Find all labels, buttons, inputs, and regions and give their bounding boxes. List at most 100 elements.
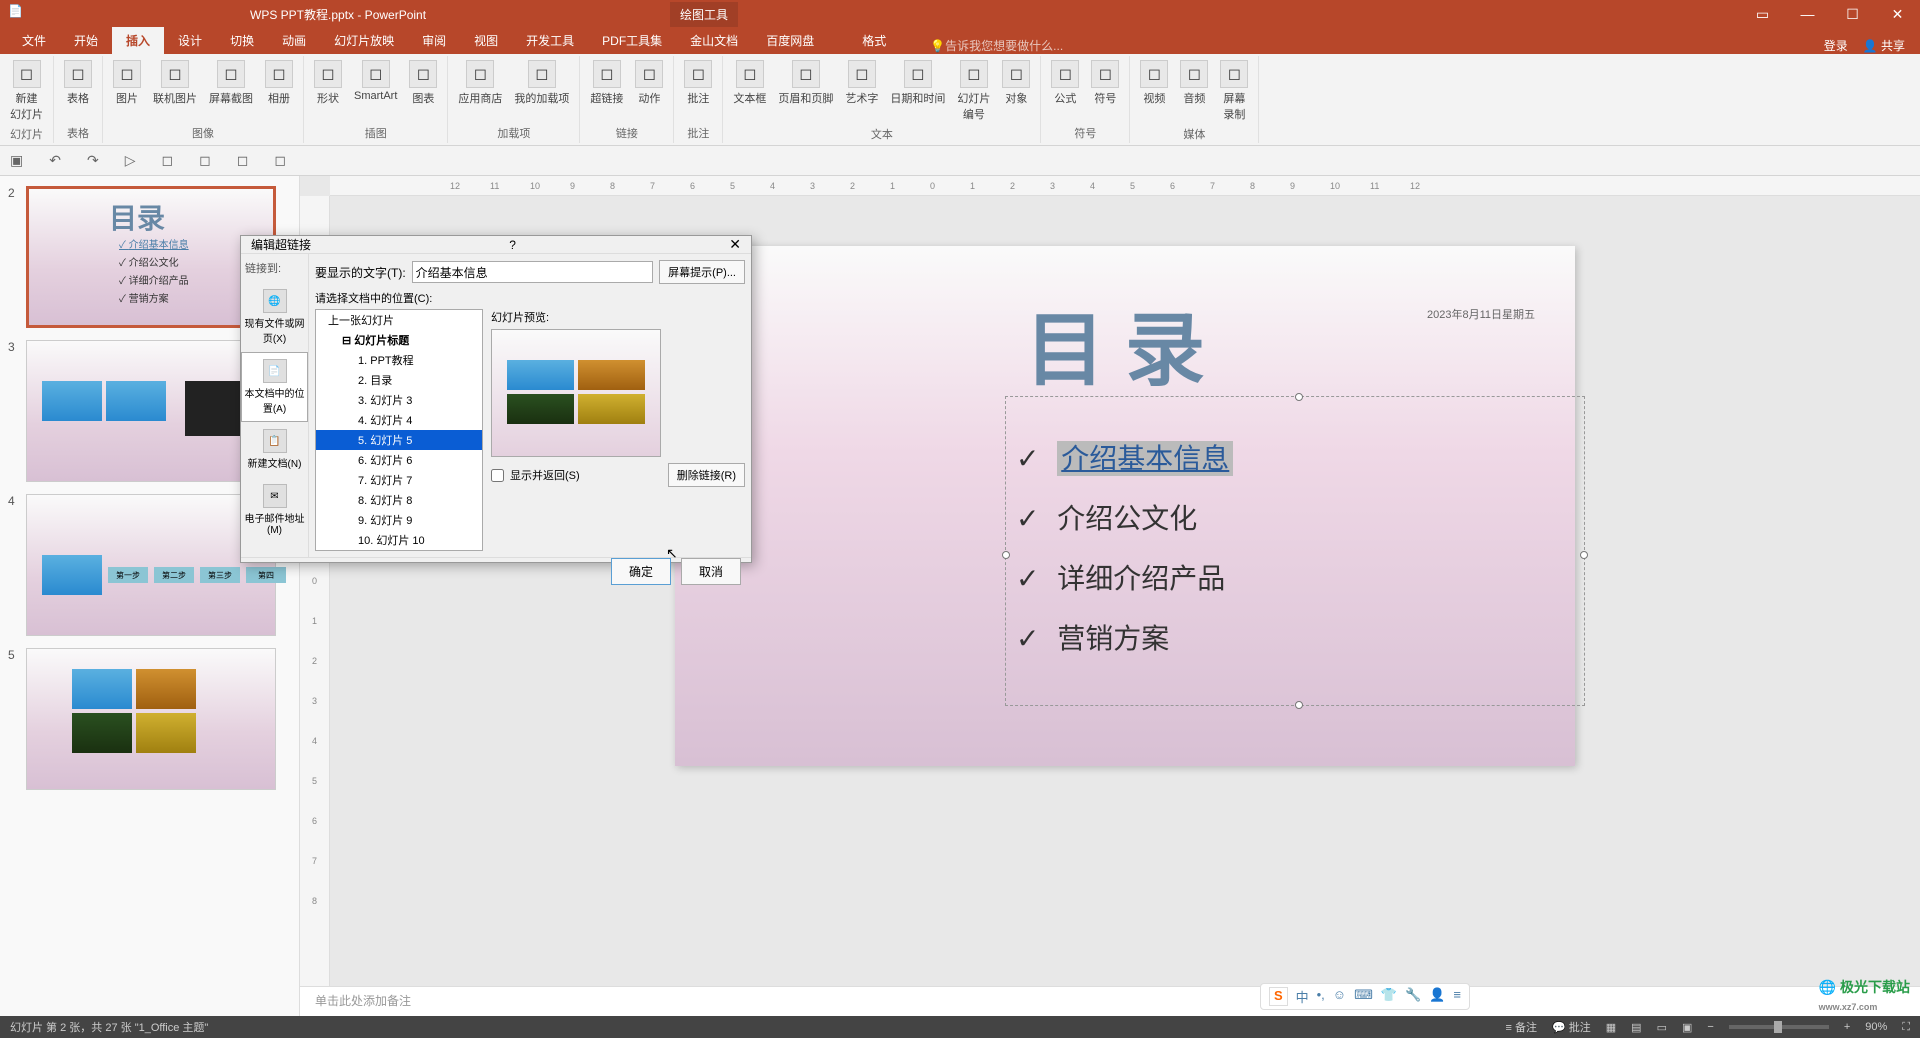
qat-undo-icon[interactable]: ↶ [49, 152, 61, 169]
ime-menu-icon[interactable]: ≡ [1453, 987, 1461, 1006]
zoom-slider[interactable] [1729, 1025, 1829, 1029]
ime-toolbar[interactable]: S 中 •, ☺ ⌨ 👕 🔧 👤 ≡ [1260, 983, 1470, 1010]
zoom-fit-button[interactable]: ⛶ [1902, 1021, 1910, 1034]
ribbon-button[interactable]: ◻音频 [1176, 58, 1212, 124]
tree-node[interactable]: 6. 幻灯片 6 [316, 450, 482, 470]
tree-node[interactable]: 10. 幻灯片 10 [316, 530, 482, 550]
linkto-email[interactable]: ✉电子邮件地址(M) [241, 477, 308, 543]
tree-node[interactable]: 3. 幻灯片 3 [316, 390, 482, 410]
maximize-button[interactable]: ☐ [1830, 0, 1875, 28]
tab-view[interactable]: 视图 [460, 27, 512, 54]
qat-play-icon[interactable]: ▷ [125, 152, 136, 169]
show-return-checkbox[interactable] [491, 469, 504, 482]
dialog-help-button[interactable]: ? [509, 238, 516, 252]
ime-keyboard-icon[interactable]: ⌨ [1354, 987, 1373, 1006]
ribbon-button[interactable]: ◻应用商店 [454, 58, 506, 108]
content-placeholder[interactable]: 介绍基本信息 介绍公文化 详细介绍产品 营销方案 [1005, 396, 1585, 706]
ime-lang[interactable]: 中 [1296, 987, 1309, 1006]
tab-pdf[interactable]: PDF工具集 [588, 27, 676, 54]
ribbon-button[interactable]: ◻符号 [1087, 58, 1123, 108]
list-item-1[interactable]: 介绍基本信息 [1016, 437, 1574, 477]
screentip-button[interactable]: 屏幕提示(P)... [659, 260, 745, 284]
tree-node[interactable]: 8. 幻灯片 8 [316, 490, 482, 510]
ime-punct-icon[interactable]: •, [1317, 987, 1325, 1006]
list-item-4[interactable]: 营销方案 [1016, 617, 1574, 657]
view-slideshow-icon[interactable]: ▣ [1682, 1021, 1692, 1034]
tree-node[interactable]: 7. 幻灯片 7 [316, 470, 482, 490]
tree-node[interactable]: 1. PPT教程 [316, 350, 482, 370]
zoom-in-button[interactable]: + [1844, 1021, 1850, 1033]
ime-skin-icon[interactable]: 👕 [1381, 987, 1397, 1006]
ribbon-button[interactable]: ◻相册 [261, 58, 297, 108]
tree-node[interactable]: 2. 目录 [316, 370, 482, 390]
notes-pane[interactable]: 单击此处添加备注 [300, 986, 1920, 1016]
linkto-new-doc[interactable]: 📋新建文档(N) [241, 422, 308, 477]
ribbon-button[interactable]: ◻我的加载项 [510, 58, 573, 108]
tree-node[interactable]: 上一张幻灯片 [316, 310, 482, 330]
tab-home[interactable]: 开始 [60, 27, 112, 54]
ribbon-button[interactable]: ◻对象 [998, 58, 1034, 124]
view-normal-icon[interactable]: ▦ [1606, 1021, 1616, 1034]
dialog-close-button[interactable]: ✕ [729, 236, 741, 253]
ime-user-icon[interactable]: 👤 [1429, 987, 1445, 1006]
tab-slideshow[interactable]: 幻灯片放映 [320, 27, 408, 54]
ribbon-button[interactable]: ◻屏幕截图 [205, 58, 257, 108]
close-button[interactable]: ✕ [1875, 0, 1920, 28]
ribbon-button[interactable]: ◻文本框 [729, 58, 770, 124]
view-reading-icon[interactable]: ▭ [1657, 1021, 1667, 1034]
qat-btn-icon[interactable]: ◻ [237, 152, 249, 169]
qat-btn-icon[interactable]: ◻ [199, 152, 211, 169]
ribbon-button[interactable]: ◻屏幕 录制 [1216, 58, 1252, 124]
remove-link-button[interactable]: 删除链接(R) [668, 463, 745, 487]
qat-btn-icon[interactable]: ◻ [274, 152, 286, 169]
ribbon-button[interactable]: ◻公式 [1047, 58, 1083, 108]
tab-baidu[interactable]: 百度网盘 [752, 27, 828, 54]
tab-devtools[interactable]: 开发工具 [512, 27, 588, 54]
ribbon-button[interactable]: ◻表格 [60, 58, 96, 108]
linkto-existing-file[interactable]: 🌐现有文件或网页(X) [241, 282, 308, 352]
tab-format[interactable]: 格式 [848, 27, 900, 54]
ribbon-button[interactable]: ◻批注 [680, 58, 716, 108]
list-item-3[interactable]: 详细介绍产品 [1016, 557, 1574, 597]
qat-save-icon[interactable]: ▣ [10, 152, 23, 169]
tree-node[interactable]: 5. 幻灯片 5 [316, 430, 482, 450]
tree-node[interactable]: 9. 幻灯片 9 [316, 510, 482, 530]
ribbon-button[interactable]: ◻页眉和页脚 [774, 58, 837, 124]
ribbon-options-icon[interactable]: ▭ [1740, 0, 1785, 28]
comments-button[interactable]: 💬 批注 [1552, 1019, 1591, 1035]
ribbon-button[interactable]: ◻形状 [310, 58, 346, 108]
ime-tool-icon[interactable]: 🔧 [1405, 987, 1421, 1006]
notes-button[interactable]: ≡ 备注 [1506, 1019, 1537, 1035]
cancel-button[interactable]: 取消 [681, 558, 741, 585]
tab-design[interactable]: 设计 [164, 27, 216, 54]
tell-me-input[interactable]: 💡 告诉我您想要做什么... [930, 37, 1063, 54]
login-button[interactable]: 登录 [1824, 37, 1848, 54]
ribbon-button[interactable]: ◻动作 [631, 58, 667, 108]
qat-btn-icon[interactable]: ◻ [161, 152, 173, 169]
ribbon-button[interactable]: ◻SmartArt [350, 58, 401, 108]
tab-kingsoft[interactable]: 金山文档 [676, 27, 752, 54]
ok-button[interactable]: 确定 [611, 558, 671, 585]
view-sorter-icon[interactable]: ▤ [1631, 1021, 1641, 1034]
thumbnail-slide-5[interactable]: 5 [8, 648, 291, 790]
ribbon-button[interactable]: ◻幻灯片 编号 [953, 58, 994, 124]
ime-emoji-icon[interactable]: ☺ [1333, 987, 1346, 1006]
ribbon-button[interactable]: ◻艺术字 [841, 58, 882, 124]
qat-redo-icon[interactable]: ↷ [87, 152, 99, 169]
zoom-percent[interactable]: 90% [1865, 1021, 1887, 1033]
linkto-place-in-doc[interactable]: 📄本文档中的位置(A) [241, 352, 308, 422]
ribbon-button[interactable]: ◻图片 [109, 58, 145, 108]
tab-transition[interactable]: 切换 [216, 27, 268, 54]
tab-review[interactable]: 审阅 [408, 27, 460, 54]
ribbon-button[interactable]: ◻联机图片 [149, 58, 201, 108]
ribbon-button[interactable]: ◻日期和时间 [886, 58, 949, 124]
tab-animation[interactable]: 动画 [268, 27, 320, 54]
ribbon-button[interactable]: ◻视频 [1136, 58, 1172, 124]
slide-tree[interactable]: 上一张幻灯片⊟ 幻灯片标题1. PPT教程2. 目录3. 幻灯片 34. 幻灯片… [315, 309, 483, 551]
current-slide[interactable]: 2023年8月11日星期五 目录 介绍基本信息 介绍公文化 详细介绍产品 营销方… [675, 246, 1575, 766]
tree-node[interactable]: ⊟ 幻灯片标题 [316, 330, 482, 350]
minimize-button[interactable]: — [1785, 0, 1830, 28]
tree-node[interactable]: 4. 幻灯片 4 [316, 410, 482, 430]
ribbon-button[interactable]: ◻新建 幻灯片 [6, 58, 47, 124]
zoom-out-button[interactable]: − [1707, 1021, 1713, 1033]
